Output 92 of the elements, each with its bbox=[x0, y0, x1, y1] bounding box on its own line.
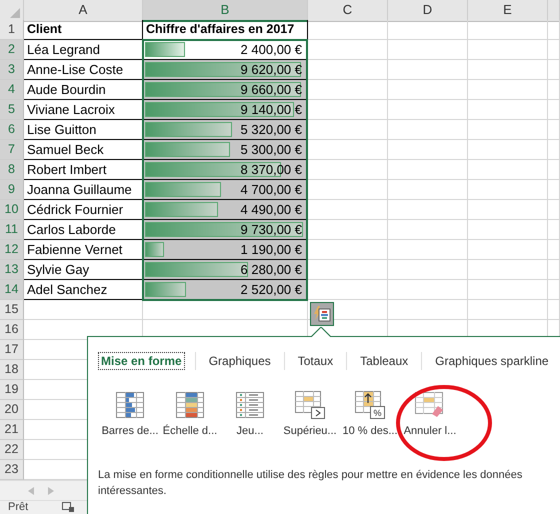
description-text: La mise en forme conditionnelle utilise des règles pour mettre en évidence les données intéressantes. bbox=[98, 468, 524, 499]
table-cell: 9 140,00 € bbox=[240, 102, 302, 117]
row-header[interactable]: 9 bbox=[0, 180, 24, 200]
table-cell: Aude Bourdin bbox=[24, 80, 143, 100]
table-cell: Lise Guitton bbox=[24, 120, 143, 140]
row-header[interactable]: 16 bbox=[0, 320, 24, 340]
empty-cell bbox=[548, 280, 560, 300]
row-header[interactable]: 22 bbox=[0, 440, 24, 460]
format-option[interactable]: Échelle d... bbox=[160, 391, 220, 437]
empty-cell bbox=[548, 240, 560, 260]
table-cell: Adel Sanchez bbox=[24, 280, 143, 300]
empty-cell bbox=[548, 40, 560, 60]
column-header[interactable] bbox=[548, 0, 560, 22]
table-cell: 1 190,00 € bbox=[240, 242, 302, 257]
previous-sheet-icon[interactable] bbox=[28, 486, 34, 494]
row-header[interactable]: 3 bbox=[0, 60, 24, 80]
format-option[interactable]: % 10 % des... bbox=[340, 391, 400, 437]
row-header[interactable]: 5 bbox=[0, 100, 24, 120]
table-cell: Samuel Beck bbox=[24, 140, 143, 160]
select-all-icon[interactable] bbox=[10, 8, 20, 18]
table-cell: 6 280,00 € bbox=[240, 262, 302, 277]
table-cell: Anne-Lise Coste bbox=[24, 60, 143, 80]
table-cell: 8 370,00 € bbox=[240, 162, 302, 177]
tab[interactable]: Mise en forme bbox=[98, 352, 185, 370]
row-header[interactable]: 11 bbox=[0, 220, 24, 240]
empty-cell bbox=[548, 220, 560, 240]
row-header[interactable]: 14 bbox=[0, 280, 24, 300]
row-header[interactable]: 19 bbox=[0, 380, 24, 400]
tab[interactable]: Graphiques sparkline bbox=[432, 352, 552, 370]
data-bars-icon bbox=[116, 391, 144, 419]
empty-cell bbox=[548, 260, 560, 280]
empty-cell bbox=[548, 60, 560, 80]
row-header[interactable]: 20 bbox=[0, 400, 24, 420]
table-cell: Léa Legrand bbox=[24, 40, 143, 60]
tab[interactable]: Totaux bbox=[294, 352, 336, 370]
status-text: Prêt bbox=[8, 501, 28, 513]
table-cell: Robert Imbert bbox=[24, 160, 143, 180]
empty-cell bbox=[548, 80, 560, 100]
table-cell: Sylvie Gay bbox=[24, 260, 143, 280]
empty-cell bbox=[548, 200, 560, 220]
row-header[interactable]: 8 bbox=[0, 160, 24, 180]
tab[interactable]: Tableaux bbox=[357, 352, 412, 370]
row-header[interactable]: 12 bbox=[0, 240, 24, 260]
empty-cell bbox=[548, 180, 560, 200]
row-header[interactable]: 13 bbox=[0, 260, 24, 280]
column-header[interactable]: A bbox=[24, 0, 143, 22]
clear-format-icon bbox=[415, 391, 445, 419]
next-sheet-icon[interactable] bbox=[48, 486, 54, 494]
table-cell: 9 660,00 € bbox=[240, 82, 302, 97]
greater-than-icon bbox=[295, 391, 325, 419]
macro-record-icon[interactable] bbox=[62, 502, 74, 512]
row-header[interactable]: 10 bbox=[0, 200, 24, 220]
row-header[interactable]: 15 bbox=[0, 300, 24, 320]
table-cell: 9 620,00 € bbox=[240, 62, 302, 77]
row-header[interactable]: 18 bbox=[0, 360, 24, 380]
column-header[interactable]: B bbox=[143, 0, 308, 22]
column-header[interactable]: D bbox=[388, 0, 468, 22]
row-header[interactable]: 21 bbox=[0, 420, 24, 440]
table-cell: Joanna Guillaume bbox=[24, 180, 143, 200]
table-cell: 2 520,00 € bbox=[240, 282, 302, 297]
empty-cell bbox=[548, 100, 560, 120]
empty-cell bbox=[548, 160, 560, 180]
row-header[interactable]: 17 bbox=[0, 340, 24, 360]
row-header[interactable]: 23 bbox=[0, 460, 24, 480]
format-option[interactable]: Jeu... bbox=[220, 391, 280, 437]
table-cell: Carlos Laborde bbox=[24, 220, 143, 240]
icon-set-icon bbox=[236, 391, 264, 419]
table-cell: 2 400,00 € bbox=[240, 42, 302, 57]
column-header[interactable]: C bbox=[308, 0, 388, 22]
color-scale-icon bbox=[176, 391, 204, 419]
empty-cell bbox=[548, 120, 560, 140]
table-cell: Viviane Lacroix bbox=[24, 100, 143, 120]
table-cell: 5 320,00 € bbox=[240, 122, 302, 137]
tab[interactable]: Graphiques bbox=[206, 352, 274, 370]
row-header[interactable]: 1 bbox=[0, 20, 24, 40]
row-header[interactable]: 2 bbox=[0, 40, 24, 60]
empty-cell bbox=[548, 140, 560, 160]
format-option[interactable]: Supérieu... bbox=[280, 391, 340, 437]
table-cell: Chiffre d'affaires en 2017 bbox=[143, 20, 308, 40]
row-header[interactable]: 6 bbox=[0, 120, 24, 140]
row-header[interactable]: 7 bbox=[0, 140, 24, 160]
table-cell: 4 700,00 € bbox=[240, 182, 302, 197]
table-cell: 9 730,00 € bbox=[240, 222, 302, 237]
table-cell: 4 490,00 € bbox=[240, 202, 302, 217]
format-option[interactable]: Barres de... bbox=[100, 391, 160, 437]
table-cell: Fabienne Vernet bbox=[24, 240, 143, 260]
table-cell: Client bbox=[24, 20, 143, 40]
row-header[interactable]: 4 bbox=[0, 80, 24, 100]
table-cell: 5 300,00 € bbox=[240, 142, 302, 157]
column-header[interactable]: E bbox=[468, 0, 548, 22]
quick-analysis-button[interactable] bbox=[310, 302, 334, 326]
table-cell: Cédrick Fournier bbox=[24, 200, 143, 220]
